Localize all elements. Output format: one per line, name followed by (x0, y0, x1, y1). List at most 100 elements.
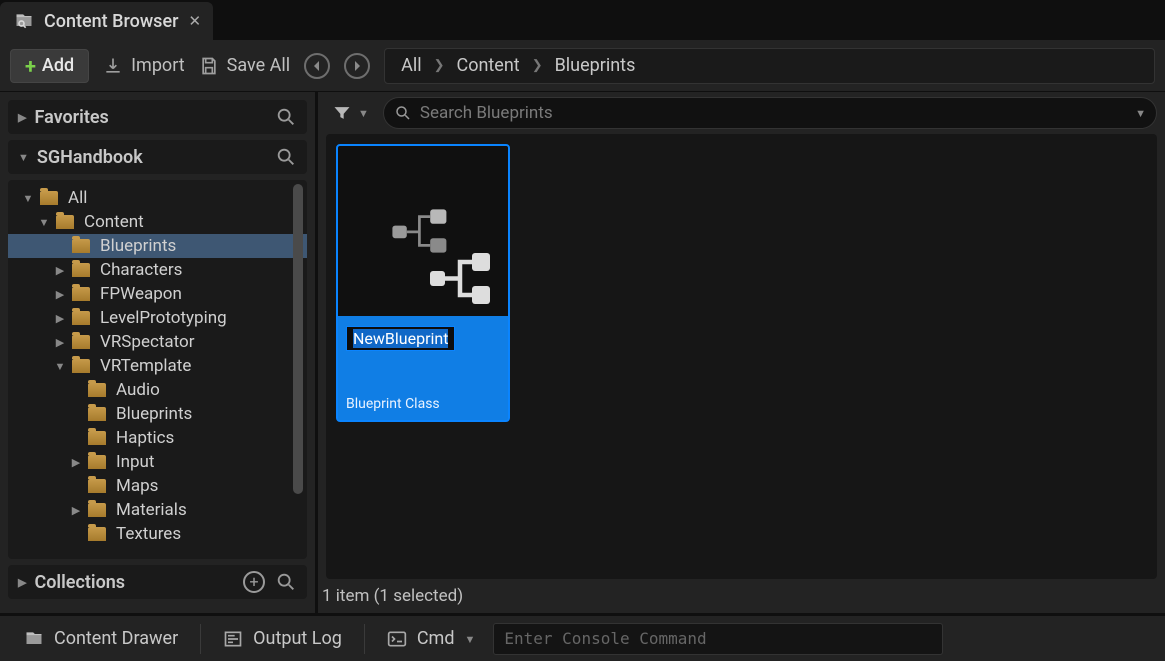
tree-item-label: Maps (116, 476, 158, 496)
chevron-down-icon (22, 190, 34, 206)
close-icon[interactable]: ✕ (188, 12, 201, 30)
tree-item[interactable]: Textures (8, 522, 307, 546)
search-icon[interactable] (275, 571, 297, 593)
terminal-icon (387, 629, 407, 649)
search-icon[interactable] (275, 106, 297, 128)
tree-item[interactable]: Audio (8, 378, 307, 402)
filter-button[interactable] (326, 99, 375, 127)
add-label: Add (42, 55, 74, 76)
chevron-down-icon (464, 631, 475, 647)
separator (200, 624, 201, 654)
save-all-button[interactable]: Save All (199, 55, 290, 76)
chevron-right-icon (70, 502, 82, 518)
breadcrumb-item[interactable]: All (401, 55, 422, 76)
tab-title: Content Browser (44, 11, 178, 32)
tree-item-label: VRSpectator (100, 332, 195, 352)
breadcrumb-item[interactable]: Content (457, 55, 520, 76)
console-input[interactable] (493, 623, 943, 655)
tree-item[interactable]: All (8, 186, 307, 210)
tree-item[interactable]: Haptics (8, 426, 307, 450)
folder-icon (72, 359, 90, 373)
asset-label-area: NewBlueprint Blueprint Class (338, 316, 508, 420)
save-all-label: Save All (227, 55, 290, 76)
project-section[interactable]: SGHandbook (8, 140, 307, 174)
separator (364, 624, 365, 654)
scrollbar[interactable] (293, 184, 303, 494)
tree-item[interactable]: Materials (8, 498, 307, 522)
content-toolbar (318, 92, 1165, 134)
cmd-label: Cmd (417, 628, 455, 649)
tree-item[interactable]: VRTemplate (8, 354, 307, 378)
content-drawer-button[interactable]: Content Drawer (10, 622, 192, 655)
collections-section[interactable]: Collections (8, 565, 307, 599)
cmd-selector[interactable]: Cmd (373, 622, 490, 655)
tree-item-label: LevelPrototyping (100, 308, 227, 328)
nav-back-button[interactable] (304, 53, 330, 79)
folder-tree: AllContentBlueprintsCharactersFPWeaponLe… (8, 180, 307, 559)
tree-item-label: Textures (116, 524, 181, 544)
folder-icon (88, 455, 106, 469)
search-icon (394, 104, 412, 122)
breadcrumb: All ❯ Content ❯ Blueprints (384, 48, 1155, 84)
folder-icon (40, 191, 58, 205)
tree-item[interactable]: VRSpectator (8, 330, 307, 354)
tree-item[interactable]: LevelPrototyping (8, 306, 307, 330)
content-area: NewBlueprint Blueprint Class 1 item (1 s… (318, 92, 1165, 613)
chevron-right-icon (18, 109, 26, 125)
search-icon[interactable] (275, 146, 297, 168)
output-log-icon (223, 629, 243, 649)
folder-icon (72, 311, 90, 325)
chevron-down-icon (54, 358, 66, 374)
asset-name-input[interactable]: NewBlueprint (346, 326, 455, 351)
folder-icon (88, 527, 106, 541)
tree-item[interactable]: Input (8, 450, 307, 474)
chevron-down-icon (358, 105, 369, 121)
tree-item-label: Audio (116, 380, 160, 400)
tree-item[interactable]: Blueprints (8, 234, 307, 258)
tree-item[interactable]: Maps (8, 474, 307, 498)
bottom-bar: Content Drawer Output Log Cmd (0, 613, 1165, 661)
sidebar: Favorites SGHandbook AllContentBlueprint… (0, 92, 318, 613)
asset-tile[interactable]: NewBlueprint Blueprint Class (336, 144, 510, 422)
asset-name: NewBlueprint (353, 329, 448, 348)
tab-bar: Content Browser ✕ (0, 0, 1165, 40)
search-input-container (383, 97, 1157, 129)
asset-thumbnail (338, 146, 508, 316)
tree-item-label: Content (84, 212, 144, 232)
add-button[interactable]: + Add (10, 49, 89, 83)
tree-item[interactable]: Blueprints (8, 402, 307, 426)
tree-item[interactable]: FPWeapon (8, 282, 307, 306)
favorites-section[interactable]: Favorites (8, 100, 307, 134)
tree-item[interactable]: Characters (8, 258, 307, 282)
nav-forward-button[interactable] (344, 53, 370, 79)
content-browser-icon (14, 11, 34, 31)
folder-icon (88, 407, 106, 421)
chevron-right-icon (70, 454, 82, 470)
chevron-right-icon (54, 286, 66, 302)
arrow-left-icon (311, 60, 323, 72)
folder-icon (72, 239, 90, 253)
chevron-down-icon (18, 149, 29, 165)
import-button[interactable]: Import (103, 55, 184, 76)
tab-content-browser[interactable]: Content Browser ✕ (0, 2, 213, 40)
favorites-label: Favorites (34, 107, 108, 128)
tree-item-label: VRTemplate (100, 356, 191, 376)
status-bar: 1 item (1 selected) (318, 579, 1165, 613)
breadcrumb-item[interactable]: Blueprints (555, 55, 636, 76)
tree-item-label: Characters (100, 260, 182, 280)
tree-item-label: Input (116, 452, 155, 472)
chevron-right-icon: ❯ (434, 58, 445, 73)
asset-grid[interactable]: NewBlueprint Blueprint Class (326, 134, 1157, 579)
tree-item[interactable]: Content (8, 210, 307, 234)
chevron-right-icon (54, 262, 66, 278)
content-drawer-label: Content Drawer (54, 628, 178, 649)
import-label: Import (131, 55, 184, 76)
output-log-button[interactable]: Output Log (209, 622, 356, 655)
search-input[interactable] (420, 103, 1127, 123)
collections-label: Collections (34, 572, 125, 593)
tree-item-label: Blueprints (116, 404, 192, 424)
chevron-down-icon[interactable] (1135, 106, 1146, 120)
tree-item-label: Haptics (116, 428, 174, 448)
add-collection-icon[interactable] (243, 571, 265, 593)
tree-item-label: FPWeapon (100, 284, 182, 304)
